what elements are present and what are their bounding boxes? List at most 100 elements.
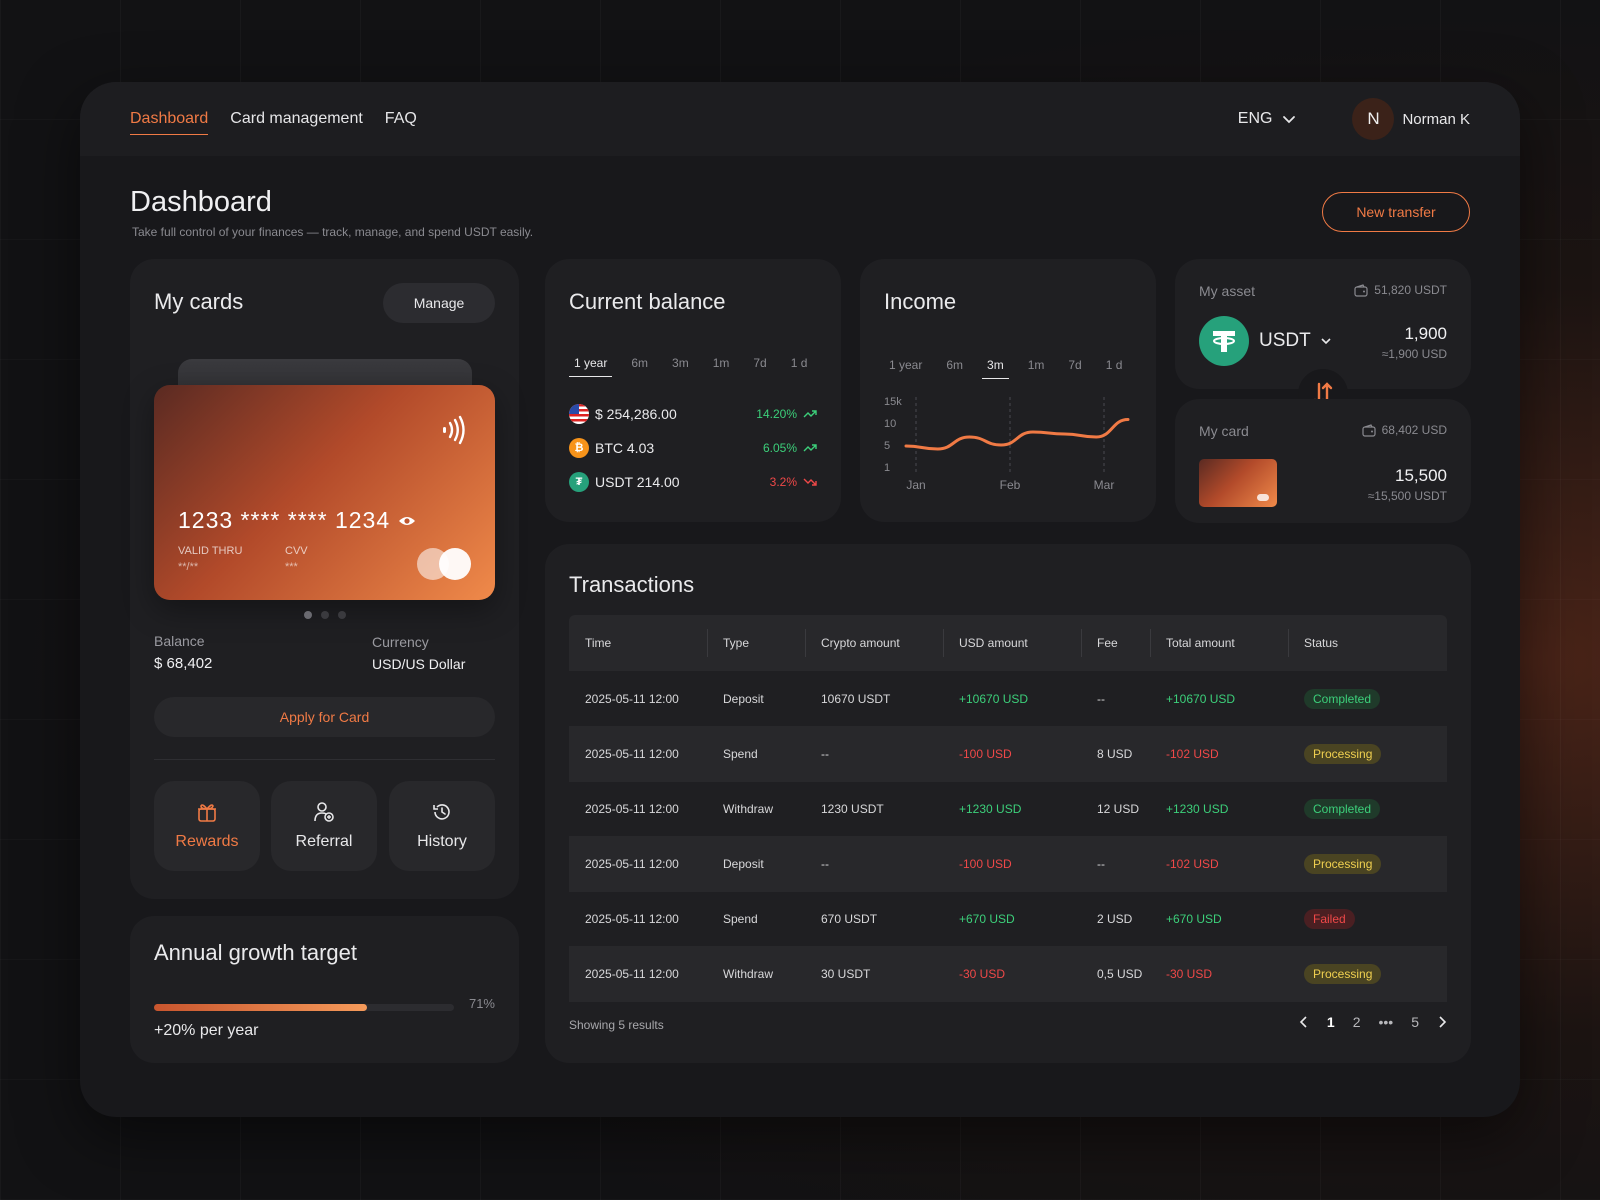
cell-usd: +670 USD [959, 912, 1015, 926]
page-subtitle: Take full control of your finances — tra… [132, 225, 534, 239]
history-button[interactable]: History [389, 781, 495, 871]
trend-down-icon [803, 478, 817, 486]
tab-1-year[interactable]: 1 year [569, 352, 613, 377]
asset-total-value: 51,820 USDT [1374, 283, 1447, 297]
language-selector[interactable]: ENG [1238, 110, 1297, 128]
current-balance-panel: Current balance 1 year 6m 3m 1m 7d 1 d $… [545, 259, 841, 522]
wallet-icon [1354, 283, 1368, 297]
currency-value: USD/US Dollar [372, 656, 466, 672]
tab-1-year[interactable]: 1 year [884, 354, 927, 379]
table-row[interactable]: 2025-05-11 12:00 Spend -- -100 USD 8 USD -102… [569, 726, 1447, 782]
growth-progress-fill [154, 1004, 367, 1011]
tab-6m[interactable]: 6m [626, 352, 653, 377]
cell-total: +1230 USD [1166, 802, 1229, 816]
rewards-button[interactable]: Rewards [154, 781, 260, 871]
x-tick-label: Mar [1094, 478, 1115, 492]
cell-total: +10670 USD [1166, 692, 1236, 706]
nav-item-card-management[interactable]: Card management [230, 104, 363, 134]
card-number: 1233 **** **** 1234 [178, 507, 416, 534]
balance-btc-change-value: 6.05% [762, 441, 797, 455]
user-menu[interactable]: N Norman K [1352, 98, 1470, 140]
page-1[interactable]: 1 [1327, 1014, 1335, 1030]
cell-usd: -100 USD [959, 747, 1012, 761]
balance-row-usd: $ 254,286.00 14.20% [569, 404, 817, 424]
status-badge: Processing [1304, 744, 1382, 764]
manage-button[interactable]: Manage [383, 283, 495, 323]
balance-row-btc: ₿ BTC 4.03 6.05% [569, 438, 817, 458]
tab-3m[interactable]: 3m [982, 354, 1009, 379]
transactions-panel: Transactions Time Type Crypto amount USD am… [545, 544, 1471, 1063]
tab-7d[interactable]: 7d [1063, 354, 1086, 379]
chevron-right-icon[interactable] [1437, 1016, 1447, 1028]
referral-button[interactable]: Referral [271, 781, 377, 871]
column-header: Status [1304, 636, 1339, 650]
nav-item-dashboard[interactable]: Dashboard [130, 104, 209, 135]
y-tick-label: 5 [884, 440, 890, 452]
balance-usd-change-value: 14.20% [756, 407, 797, 421]
history-icon [433, 804, 450, 820]
my-cards-panel: My cards Manage 1233 **** **** 1234 VALI… [130, 259, 519, 899]
payment-card[interactable]: 1233 **** **** 1234 VALID THRU **/** CVV… [154, 385, 495, 600]
cell-total: -102 USD [1166, 747, 1219, 761]
tab-1d[interactable]: 1 d [786, 352, 813, 377]
balance-usdt-change: 3.2% [770, 475, 817, 489]
wallet-icon [1362, 423, 1376, 437]
status-badge: Completed [1304, 689, 1381, 709]
status-cell: Processing [1304, 726, 1382, 782]
new-transfer-button[interactable]: New transfer [1322, 192, 1470, 232]
cell-total: -102 USD [1166, 857, 1219, 871]
tether-logo-icon [1199, 316, 1249, 366]
cell-type: Deposit [723, 692, 764, 706]
asset-currency-selector[interactable]: USDT [1199, 316, 1331, 366]
chevron-left-icon[interactable] [1299, 1016, 1309, 1028]
column-header: Total amount [1166, 636, 1235, 650]
contactless-icon [443, 415, 465, 445]
growth-progress-bar [154, 1004, 454, 1011]
status-cell: Processing [1304, 946, 1382, 1002]
tab-1m[interactable]: 1m [1023, 354, 1050, 379]
bitcoin-icon: ₿ [569, 438, 589, 458]
balance-usd-amount: $ 254,286.00 [595, 406, 677, 422]
page-2[interactable]: 2 [1353, 1014, 1361, 1030]
add-user-icon [314, 802, 334, 822]
column-header: Crypto amount [821, 636, 900, 650]
table-row[interactable]: 2025-05-11 12:00 Deposit -- -100 USD -- -102 … [569, 836, 1447, 892]
balance-title: Current balance [569, 289, 726, 314]
apply-for-card-button[interactable]: Apply for Card [154, 697, 495, 737]
valid-thru-label: VALID THRU [178, 545, 243, 557]
cvv-label: CVV [285, 545, 308, 557]
eye-icon[interactable] [398, 514, 416, 528]
carousel-dot[interactable] [303, 611, 312, 619]
cell-crypto: -- [821, 747, 829, 761]
page-5[interactable]: 5 [1411, 1014, 1419, 1030]
tab-1d[interactable]: 1 d [1101, 354, 1128, 379]
nav-item-faq[interactable]: FAQ [385, 104, 417, 134]
table-row[interactable]: 2025-05-11 12:00 Withdraw 1230 USDT +1230 U… [569, 781, 1447, 837]
tab-7d[interactable]: 7d [748, 352, 771, 377]
page-ellipsis: ••• [1378, 1014, 1394, 1030]
column-separator [805, 629, 806, 657]
user-name: Norman K [1402, 110, 1470, 128]
referral-label: Referral [295, 833, 353, 850]
tab-6m[interactable]: 6m [941, 354, 968, 379]
status-badge: Processing [1304, 854, 1382, 874]
column-header: Time [585, 636, 612, 650]
status-cell: Failed [1304, 891, 1355, 947]
table-row[interactable]: 2025-05-11 12:00 Withdraw 30 USDT -30 USD 0,… [569, 946, 1447, 1002]
column-separator [1150, 629, 1151, 657]
table-row[interactable]: 2025-05-11 12:00 Spend 670 USDT +670 USD 2 U… [569, 891, 1447, 947]
tab-3m[interactable]: 3m [667, 352, 694, 377]
tab-1m[interactable]: 1m [708, 352, 735, 377]
growth-target-panel: Annual growth target 71% +20% per year [130, 916, 519, 1063]
cell-fee: 0,5 USD [1097, 967, 1143, 981]
y-tick-label: 10 [884, 418, 896, 430]
x-tick-label: Feb [1000, 478, 1021, 492]
status-cell: Completed [1304, 671, 1381, 727]
table-row[interactable]: 2025-05-11 12:00 Deposit 10670 USDT +10670 … [569, 671, 1447, 727]
income-line-chart: 15k 10 5 1 Jan Feb Mar [884, 396, 1130, 492]
cell-usd: -30 USD [959, 967, 1006, 981]
cell-fee: 2 USD [1097, 912, 1133, 926]
carousel-dot[interactable] [337, 611, 346, 619]
carousel-dot[interactable] [320, 611, 329, 619]
card-thumbnail[interactable] [1199, 459, 1277, 507]
